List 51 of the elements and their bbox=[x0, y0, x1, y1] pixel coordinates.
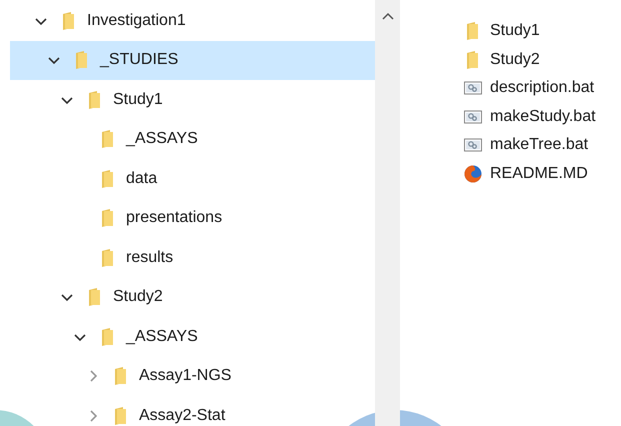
file-row[interactable]: README.MD bbox=[464, 160, 596, 188]
folder-icon bbox=[114, 367, 126, 386]
folder-name: Assay1-NGS bbox=[139, 366, 232, 386]
browser-icon bbox=[464, 164, 482, 183]
tree-row[interactable]: Investigation1 bbox=[10, 1, 375, 40]
file-name: description.bat bbox=[490, 78, 594, 98]
folder-icon bbox=[101, 248, 113, 267]
file-name: makeTree.bat bbox=[490, 135, 588, 156]
folder-name: _ASSAYS bbox=[126, 326, 198, 347]
file-row[interactable]: makeTree.bat bbox=[464, 131, 596, 160]
gear-file-icon bbox=[464, 108, 482, 126]
scroll-up-icon[interactable] bbox=[382, 12, 394, 20]
folder-name: results bbox=[126, 248, 174, 268]
folder-icon bbox=[101, 130, 113, 148]
tree-row[interactable]: Assay2-Stat bbox=[10, 396, 375, 426]
folder-name: Assay2-Stat bbox=[139, 406, 226, 426]
tree-row[interactable]: results bbox=[10, 238, 375, 278]
folder-name: Study1 bbox=[113, 90, 163, 110]
tree-row[interactable]: _ASSAYS bbox=[10, 317, 375, 356]
folder-icon bbox=[88, 288, 100, 306]
folder-icon bbox=[75, 51, 87, 70]
tree-row[interactable]: data bbox=[10, 159, 375, 198]
file-name: Study1 bbox=[490, 21, 540, 42]
folder-icon bbox=[101, 209, 113, 228]
folder-icon bbox=[114, 406, 126, 425]
file-name: README.MD bbox=[490, 164, 588, 184]
folder-name: Investigation1 bbox=[87, 10, 186, 31]
folder-name: data bbox=[126, 168, 158, 189]
tree-row[interactable]: Study2 bbox=[10, 278, 375, 317]
folder-icon bbox=[101, 170, 113, 188]
gear-file-icon bbox=[464, 79, 482, 98]
file-name: Study2 bbox=[490, 50, 540, 70]
file-row[interactable]: description.bat bbox=[464, 74, 596, 102]
folder-icon bbox=[88, 90, 100, 109]
tree-row[interactable]: _ASSAYS bbox=[10, 120, 375, 159]
folder-icon bbox=[62, 12, 74, 30]
tree-row[interactable]: Study1 bbox=[10, 80, 375, 120]
selected-tree-row[interactable]: _STUDIES bbox=[10, 40, 375, 80]
file-name: makeStudy.bat bbox=[490, 106, 596, 127]
file-row[interactable]: makeStudy.bat bbox=[464, 102, 596, 131]
scrollbar-track[interactable] bbox=[375, 0, 400, 426]
gear-file-icon bbox=[464, 136, 482, 154]
folder-name: _STUDIES bbox=[100, 50, 178, 70]
file-row[interactable]: Study2 bbox=[464, 46, 596, 74]
folder-name: Study2 bbox=[113, 287, 163, 308]
tree-row[interactable]: presentations bbox=[10, 198, 375, 238]
folder-name: presentations bbox=[126, 208, 222, 228]
file-row[interactable]: Study1 bbox=[464, 17, 596, 46]
folder-name: _ASSAYS bbox=[126, 129, 198, 150]
folder-icon bbox=[101, 328, 113, 346]
tree-row[interactable]: Assay1-NGS bbox=[10, 356, 375, 396]
